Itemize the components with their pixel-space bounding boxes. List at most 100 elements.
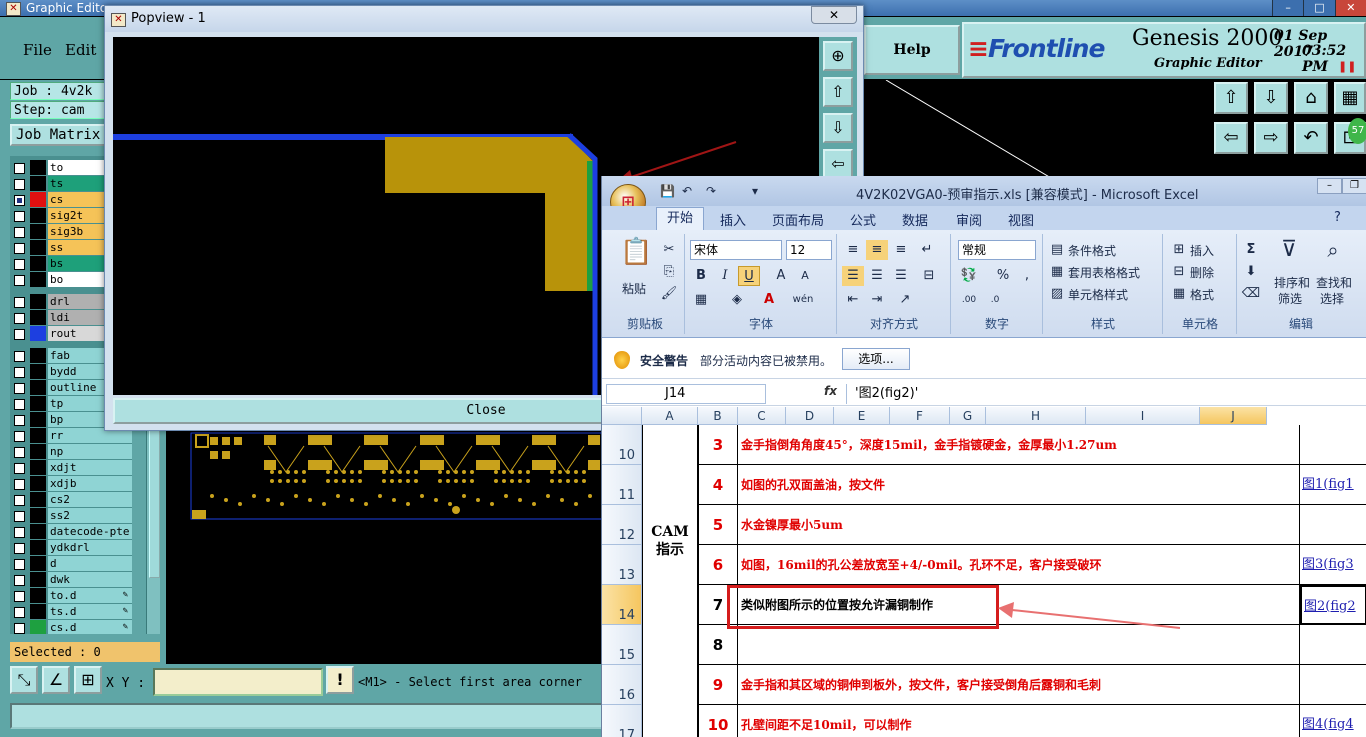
format-cells-button[interactable]: 格式 (1190, 286, 1214, 303)
layer-color-swatch[interactable] (30, 508, 46, 523)
tab-data[interactable]: 数据 (902, 210, 928, 229)
layer-color-swatch[interactable] (30, 326, 46, 341)
layer-color-swatch[interactable] (30, 460, 46, 475)
undo-icon[interactable]: ↶ (1294, 122, 1328, 154)
angle-select-icon[interactable]: ∠ (42, 666, 70, 694)
cell-instruction[interactable]: 金手指和其区域的铜伸到板外，按文件，客户接受倒角后露铜和毛刺 (738, 665, 1300, 705)
row-header-17[interactable]: 17 (602, 705, 642, 737)
layer-name[interactable]: to.d ✎ (48, 588, 132, 603)
layer-row-cs-d[interactable]: cs.d ✎ (10, 620, 132, 634)
layer-checkbox[interactable] (14, 243, 25, 254)
pause-icon[interactable]: ❚❚ (1338, 60, 1356, 73)
layer-checkbox[interactable] (14, 259, 25, 270)
layer-checkbox[interactable] (14, 275, 25, 286)
cell-figure-link[interactable] (1300, 665, 1366, 705)
currency-icon[interactable]: 💱 (958, 266, 980, 286)
layer-checkbox[interactable] (14, 313, 25, 324)
layer-checkbox[interactable] (14, 195, 25, 206)
paste-label[interactable]: 粘贴 (622, 280, 646, 297)
layer-checkbox[interactable] (14, 297, 25, 308)
column-header-c[interactable]: C (738, 407, 786, 425)
layer-name[interactable]: ss2 (48, 508, 132, 523)
layer-row-to-d[interactable]: to.d ✎ (10, 588, 132, 603)
row-header-13[interactable]: 13 (602, 545, 642, 585)
align-bottom-icon[interactable]: ≡ (890, 240, 912, 260)
layer-row-dwk[interactable]: dwk (10, 572, 132, 587)
layer-color-swatch[interactable] (30, 192, 46, 207)
customize-icon[interactable]: ▾ (752, 184, 758, 198)
layer-color-swatch[interactable] (30, 476, 46, 491)
layer-name[interactable]: np (48, 444, 132, 459)
cell-item-number[interactable]: 4 (698, 465, 738, 505)
cell-figure-link[interactable] (1300, 625, 1366, 665)
layer-color-swatch[interactable] (30, 176, 46, 191)
layer-checkbox[interactable] (14, 559, 25, 570)
delete-cells-button[interactable]: 删除 (1190, 264, 1214, 281)
layer-checkbox[interactable] (14, 495, 25, 506)
phonetic-icon[interactable]: wén (792, 290, 814, 310)
layer-row-ydkdrl[interactable]: ydkdrl (10, 540, 132, 555)
align-middle-icon[interactable]: ≡ (866, 240, 888, 260)
home-up-icon[interactable]: ⇧ (1214, 82, 1248, 114)
clear-icon[interactable]: ⌫ (1240, 284, 1262, 304)
row-header-16[interactable]: 16 (602, 665, 642, 705)
table-format-button[interactable]: 套用表格格式 (1068, 264, 1140, 281)
menu-file[interactable]: File (23, 41, 52, 59)
layer-name[interactable]: ts.d ✎ (48, 604, 132, 619)
layer-color-swatch[interactable] (30, 160, 46, 175)
align-top-icon[interactable]: ≡ (842, 240, 864, 260)
layer-checkbox[interactable] (14, 527, 25, 538)
pan-down-icon[interactable]: ⇩ (823, 113, 853, 143)
layer-row-d[interactable]: d (10, 556, 132, 571)
layer-checkbox[interactable] (14, 367, 25, 378)
layer-checkbox[interactable] (14, 383, 25, 394)
tab-view[interactable]: 视图 (1008, 210, 1034, 229)
column-header-d[interactable]: D (786, 407, 834, 425)
cell-item-number[interactable]: 3 (698, 425, 738, 465)
layer-checkbox[interactable] (14, 179, 25, 190)
sort-filter-icon[interactable]: ⊽ (1278, 239, 1300, 270)
security-options-button[interactable]: 选项... (842, 348, 910, 370)
layer-name[interactable]: ydkdrl (48, 540, 132, 555)
row-header-10[interactable]: 10 (602, 425, 642, 465)
select-label[interactable]: 选择 (1320, 290, 1344, 307)
minimize-icon[interactable]: – (1317, 178, 1342, 194)
layer-checkbox[interactable] (14, 447, 25, 458)
popview-close-icon[interactable]: ✕ (811, 6, 857, 24)
column-header-a[interactable]: A (642, 407, 698, 425)
layer-checkbox[interactable] (14, 163, 25, 174)
layer-name[interactable]: datecode-pte (48, 524, 132, 539)
tab-home[interactable]: 开始 (656, 207, 705, 232)
layer-checkbox[interactable] (14, 211, 25, 222)
fill-color-icon[interactable]: ◈ (726, 290, 748, 310)
layer-color-swatch[interactable] (30, 272, 46, 287)
cell-item-number[interactable]: 9 (698, 665, 738, 705)
column-header-j[interactable]: J (1200, 407, 1267, 425)
cut-icon[interactable]: ✂ (658, 240, 680, 260)
sort-label[interactable]: 排序和 (1274, 274, 1310, 291)
layer-row-datecode-pte[interactable]: datecode-pte (10, 524, 132, 539)
minimize-icon[interactable]: – (1272, 0, 1304, 16)
grid-icon[interactable]: ▦ (1334, 82, 1366, 114)
formula-input[interactable]: '图2(fig2)' (846, 384, 1366, 404)
font-color-icon[interactable]: A (758, 290, 780, 310)
job-matrix-button[interactable]: Job Matrix (10, 124, 106, 146)
layer-checkbox[interactable] (14, 607, 25, 618)
paste-icon[interactable]: 📋 (620, 239, 652, 276)
maximize-icon[interactable]: □ (1303, 0, 1335, 16)
row-header-11[interactable]: 11 (602, 465, 642, 505)
pan-left-icon[interactable]: ⇦ (823, 149, 853, 179)
cell-instruction[interactable]: 如图的孔双面盖油，按文件 (738, 465, 1300, 505)
layer-row-xdjb[interactable]: xdjb (10, 476, 132, 491)
layer-color-swatch[interactable] (30, 492, 46, 507)
layer-color-swatch[interactable] (30, 208, 46, 223)
layer-checkbox[interactable] (14, 351, 25, 362)
home-icon[interactable]: ⌂ (1294, 82, 1328, 114)
cell-figure-link[interactable]: 图1(fig1 (1300, 465, 1366, 505)
layer-color-swatch[interactable] (30, 240, 46, 255)
layer-color-swatch[interactable] (30, 620, 46, 634)
find-label[interactable]: 查找和 (1316, 274, 1352, 291)
layer-name[interactable]: dwk (48, 572, 132, 587)
layer-row-ss2[interactable]: ss2 (10, 508, 132, 523)
font-size-select[interactable]: 12 (786, 240, 832, 260)
